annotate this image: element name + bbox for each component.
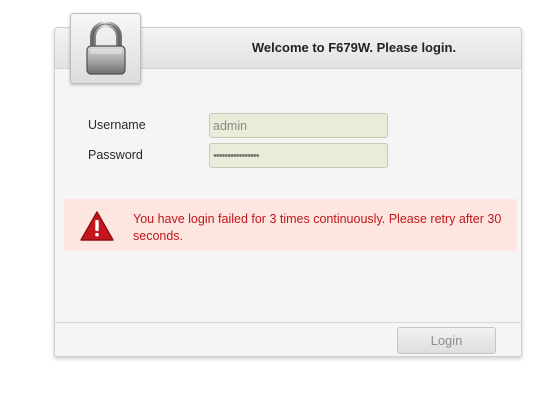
password-input[interactable] (209, 143, 388, 168)
padlock-icon (86, 22, 126, 75)
username-input[interactable] (209, 113, 388, 138)
lock-tile (70, 13, 141, 84)
warning-triangle-icon (80, 211, 114, 241)
login-page: Welcome to F679W. Please login. Username… (0, 0, 555, 416)
login-button[interactable]: Login (397, 327, 496, 354)
page-title: Welcome to F679W. Please login. (251, 40, 457, 55)
username-label: Username (88, 118, 146, 132)
password-label: Password (88, 148, 143, 162)
login-error-alert: You have login failed for 3 times contin… (64, 199, 517, 251)
alert-message: You have login failed for 3 times contin… (133, 212, 502, 243)
footer-divider (55, 322, 521, 323)
